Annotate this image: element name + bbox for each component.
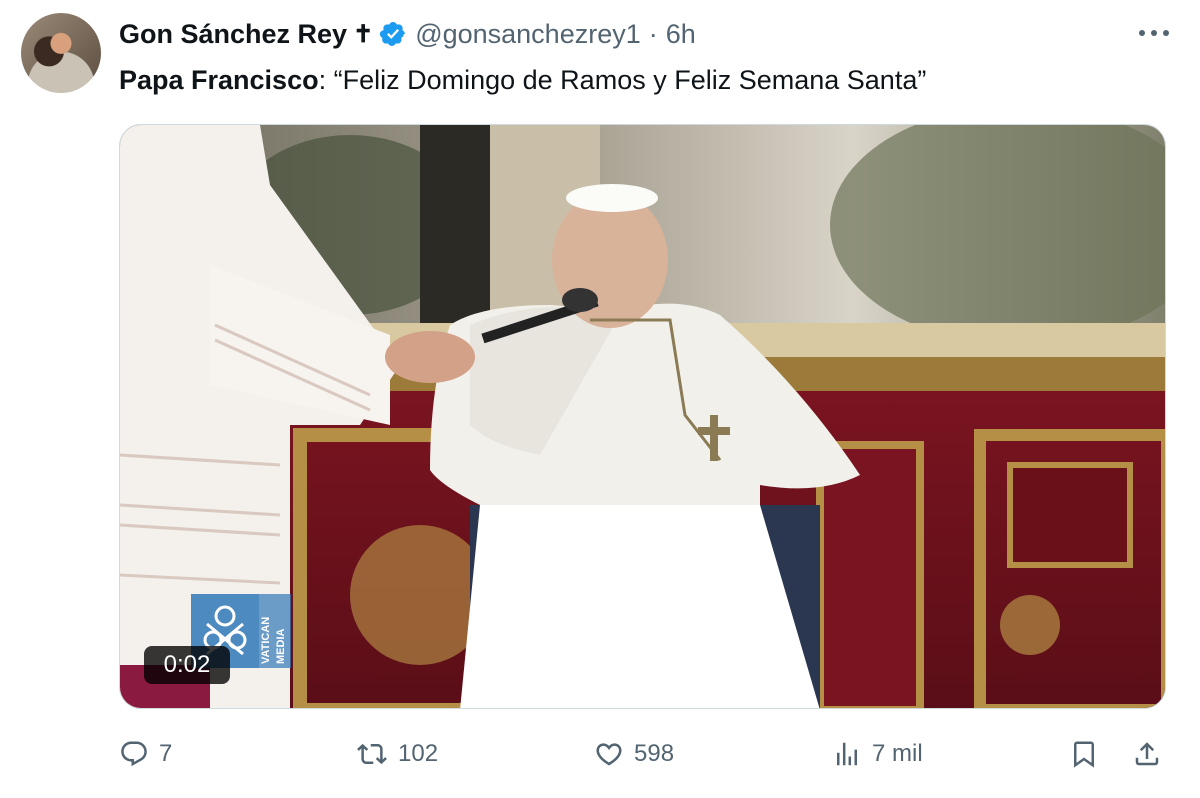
views-count: 7 mil — [872, 740, 923, 767]
verified-icon — [379, 20, 407, 48]
repost-icon — [356, 739, 388, 769]
author-symbol: ✝ — [353, 20, 374, 48]
repost-count: 102 — [398, 740, 439, 767]
share-button[interactable] — [1132, 730, 1162, 778]
more-icon[interactable] — [1134, 18, 1174, 48]
tweet-time[interactable]: 6h — [666, 19, 696, 50]
tweet-text-bold: Papa Francisco — [119, 65, 319, 95]
repost-button[interactable]: 102 — [356, 730, 438, 778]
like-button[interactable]: 598 — [594, 730, 674, 778]
share-icon — [1132, 739, 1162, 769]
video-duration: 0:02 — [163, 651, 211, 678]
bookmark-button[interactable] — [1069, 730, 1099, 778]
tweet-text-rest: : “Feliz Domingo de Ramos y Feliz Semana… — [318, 65, 927, 95]
reply-count: 7 — [159, 740, 173, 767]
author-avatar[interactable] — [21, 13, 101, 93]
like-count: 598 — [634, 740, 675, 767]
author-name[interactable]: Gon Sánchez Rey — [119, 19, 347, 50]
watermark-line-1: VATICAN — [260, 617, 272, 664]
views-button[interactable]: 7 mil — [832, 730, 923, 778]
author-handle[interactable]: @gonsanchezrey1 — [415, 19, 641, 50]
like-icon — [594, 739, 624, 769]
tweet-header: Gon Sánchez Rey ✝ @gonsanchezrey1 · 6h — [119, 16, 696, 52]
watermark-line-2: MEDIA — [275, 629, 287, 665]
reply-button[interactable]: 7 — [119, 730, 172, 778]
views-icon — [832, 739, 862, 769]
reply-icon — [119, 739, 149, 769]
video-duration-badge: 0:02 — [144, 646, 230, 684]
separator-dot: · — [648, 18, 658, 49]
bookmark-icon — [1069, 739, 1099, 769]
tweet-text: Papa Francisco: “Feliz Domingo de Ramos … — [119, 62, 926, 98]
